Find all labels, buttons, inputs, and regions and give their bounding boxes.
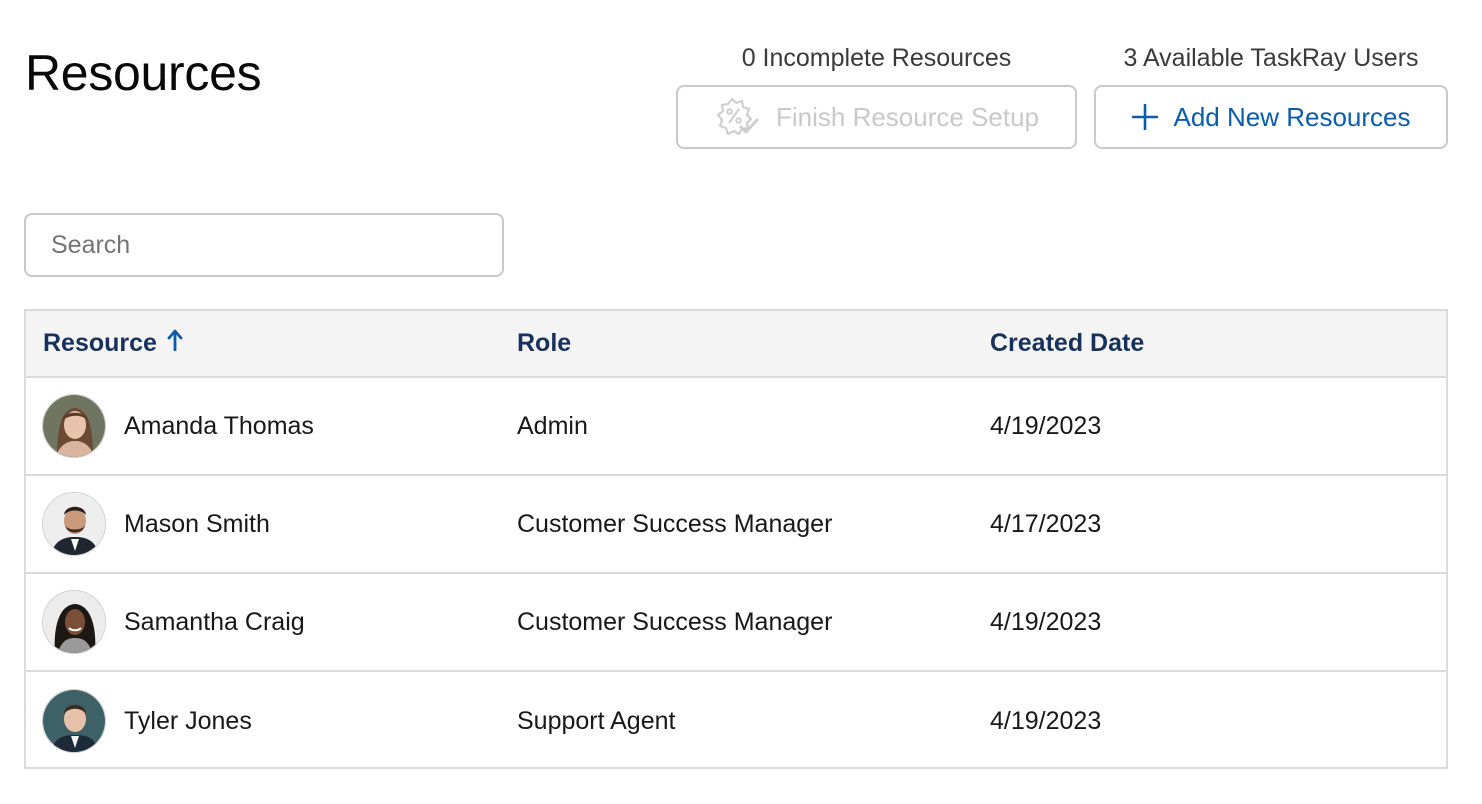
avatar <box>42 394 106 458</box>
table-header: Resource Role Created Date <box>26 311 1446 378</box>
table-row[interactable]: Mason Smith Customer Success Manager 4/1… <box>26 476 1446 574</box>
table-row[interactable]: Samantha Craig Customer Success Manager … <box>26 574 1446 672</box>
search-input[interactable] <box>51 230 502 260</box>
resource-name[interactable]: Samantha Craig <box>124 608 305 637</box>
resource-role: Customer Success Manager <box>517 509 833 538</box>
add-new-resources-button[interactable]: Add New Resources <box>1094 85 1448 149</box>
plus-icon <box>1131 104 1158 130</box>
resource-created-date: 4/19/2023 <box>990 607 1102 636</box>
page-title: Resources <box>25 45 262 101</box>
available-users-count: 3 Available TaskRay Users <box>1123 44 1419 72</box>
add-resources-group: 3 Available TaskRay Users Add New Resour… <box>1094 40 1448 149</box>
avatar <box>42 492 106 556</box>
resource-name[interactable]: Amanda Thomas <box>124 412 314 441</box>
resource-created-date: 4/17/2023 <box>990 509 1102 538</box>
incomplete-resources-count: 0 Incomplete Resources <box>741 44 1012 72</box>
avatar <box>42 590 106 654</box>
column-header-resource-label: Resource <box>43 329 157 357</box>
finish-resource-setup-button[interactable]: Finish Resource Setup <box>676 85 1077 149</box>
finish-setup-group: 0 Incomplete Resources Finish Resource S… <box>676 40 1077 149</box>
sort-ascending-icon <box>167 329 183 358</box>
badge-percent-check-icon <box>714 96 760 138</box>
resource-created-date: 4/19/2023 <box>990 411 1102 440</box>
resource-role: Support Agent <box>517 706 676 735</box>
table-row[interactable]: Amanda Thomas Admin 4/19/2023 <box>26 378 1446 476</box>
resource-name[interactable]: Tyler Jones <box>124 707 252 736</box>
table-row[interactable]: Tyler Jones Support Agent 4/19/2023 <box>26 672 1446 770</box>
search-field[interactable] <box>24 213 504 277</box>
resource-role: Admin <box>517 411 588 440</box>
resources-page: Resources 0 Incomplete Resources Finish … <box>0 0 1482 804</box>
avatar <box>42 689 106 753</box>
column-header-resource[interactable]: Resource <box>43 329 183 358</box>
resource-name[interactable]: Mason Smith <box>124 510 270 539</box>
resource-created-date: 4/19/2023 <box>990 706 1102 735</box>
resources-table: Resource Role Created Date Amanda Thomas… <box>24 309 1448 769</box>
column-header-created-date[interactable]: Created Date <box>990 329 1144 358</box>
add-new-resources-label: Add New Resources <box>1173 101 1411 132</box>
column-header-role[interactable]: Role <box>517 329 571 358</box>
resource-role: Customer Success Manager <box>517 607 833 636</box>
finish-resource-setup-label: Finish Resource Setup <box>775 101 1040 132</box>
